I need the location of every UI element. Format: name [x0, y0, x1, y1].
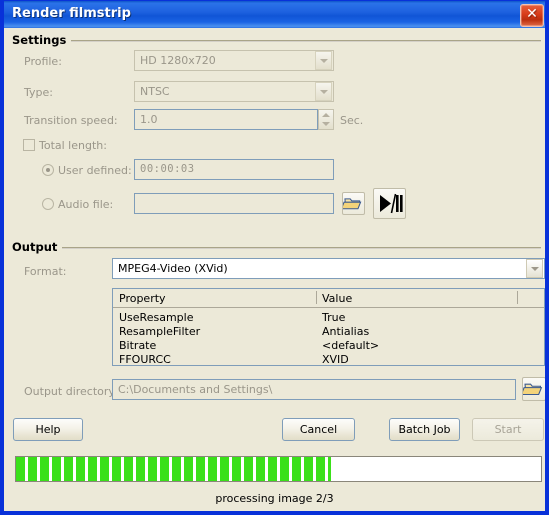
output-directory-browse-button[interactable] — [520, 377, 545, 401]
batch-job-button[interactable]: Batch Job — [389, 418, 460, 441]
progress-bar — [15, 456, 542, 482]
type-combo[interactable]: NTSC — [134, 81, 334, 102]
folder-open-icon — [520, 383, 543, 396]
output-directory-input[interactable]: C:\Documents and Settings\ — [112, 379, 516, 400]
start-button[interactable]: Start — [472, 418, 544, 441]
audio-preview-play-pause-button[interactable] — [373, 188, 406, 219]
table-row[interactable]: Bitrate <default> — [113, 339, 544, 353]
help-button[interactable]: Help — [13, 418, 83, 441]
window-title: Render filmstrip — [12, 6, 131, 21]
stepper-up-icon[interactable] — [319, 110, 333, 119]
output-group-rule — [62, 247, 541, 249]
play-pause-icon — [380, 193, 403, 214]
cell-property: FFOURCC — [119, 353, 171, 366]
transition-speed-unit: Sec. — [340, 114, 364, 127]
cell-property: Bitrate — [119, 339, 157, 352]
progress-status-text: processing image 2/3 — [215, 492, 334, 505]
title-bar: Render filmstrip ✕ — [4, 0, 545, 28]
render-filmstrip-dialog: Render filmstrip ✕ Settings Profile: HD … — [0, 0, 549, 515]
table-header-row: Property Value — [113, 289, 544, 308]
table-row[interactable]: FFOURCC XVID — [113, 353, 544, 367]
cell-value: Antialias — [322, 325, 370, 338]
user-defined-input[interactable]: 00:00:03 — [134, 159, 334, 180]
user-defined-label: User defined: — [58, 164, 132, 177]
close-button[interactable]: ✕ — [520, 4, 544, 27]
profile-combo-value: HD 1280x720 — [140, 54, 216, 67]
total-length-label: Total length: — [39, 139, 107, 152]
progress-bar-fill — [16, 457, 331, 481]
cell-value: <default> — [322, 339, 380, 352]
stepper-down-icon[interactable] — [319, 120, 333, 129]
transition-speed-label: Transition speed: — [24, 114, 118, 127]
format-properties-table[interactable]: Property Value UseResample True Resample… — [112, 288, 545, 366]
audio-file-input[interactable] — [134, 193, 334, 214]
output-directory-label: Output directory: — [24, 385, 118, 398]
table-row[interactable]: ResampleFilter Antialias — [113, 325, 544, 339]
audio-file-label: Audio file: — [58, 198, 114, 211]
settings-group-rule — [66, 40, 541, 42]
profile-label: Profile: — [24, 55, 62, 68]
type-label: Type: — [24, 86, 53, 99]
cell-property: UseResample — [119, 311, 194, 324]
transition-speed-input[interactable]: 1.0 — [134, 109, 318, 130]
column-header-value[interactable]: Value — [322, 292, 352, 305]
transition-speed-stepper[interactable] — [318, 109, 334, 130]
cell-property: ResampleFilter — [119, 325, 201, 338]
column-divider[interactable] — [316, 291, 317, 304]
format-combo[interactable]: MPEG4-Video (XVid) — [112, 258, 545, 279]
profile-combo[interactable]: HD 1280x720 — [134, 50, 334, 71]
output-group-label: Output — [12, 240, 63, 254]
chevron-down-icon — [315, 82, 332, 101]
format-label: Format: — [24, 265, 67, 278]
folder-open-icon — [340, 198, 362, 210]
cancel-button[interactable]: Cancel — [282, 418, 355, 441]
user-defined-radio[interactable] — [42, 164, 54, 176]
column-divider[interactable] — [517, 291, 518, 304]
settings-group-label: Settings — [12, 33, 72, 47]
audio-file-radio[interactable] — [42, 198, 54, 210]
column-header-property[interactable]: Property — [119, 292, 166, 305]
cell-value: True — [322, 311, 346, 324]
total-length-checkbox[interactable] — [23, 139, 35, 151]
cell-value: XVID — [322, 353, 349, 366]
table-body: UseResample True ResampleFilter Antialia… — [113, 308, 544, 367]
table-row[interactable]: UseResample True — [113, 311, 544, 325]
chevron-down-icon — [315, 51, 332, 70]
audio-file-browse-button[interactable] — [340, 192, 365, 215]
format-combo-value: MPEG4-Video (XVid) — [118, 262, 228, 275]
chevron-down-icon — [526, 259, 543, 278]
close-x-icon: ✕ — [526, 6, 538, 22]
type-combo-value: NTSC — [140, 85, 170, 98]
